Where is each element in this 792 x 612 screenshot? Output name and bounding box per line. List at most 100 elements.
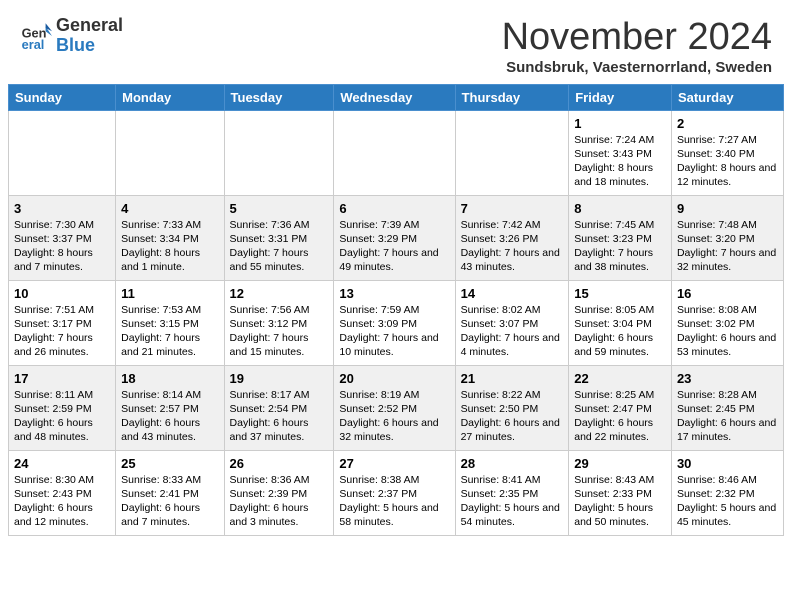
- day-cell: 20Sunrise: 8:19 AMSunset: 2:52 PMDayligh…: [334, 366, 455, 451]
- day-info: Sunset: 3:20 PM: [677, 232, 778, 246]
- day-cell: 4Sunrise: 7:33 AMSunset: 3:34 PMDaylight…: [116, 196, 224, 281]
- day-cell: 2Sunrise: 7:27 AMSunset: 3:40 PMDaylight…: [671, 111, 783, 196]
- day-info: Sunset: 3:29 PM: [339, 232, 449, 246]
- day-info: Sunset: 2:39 PM: [230, 487, 329, 501]
- day-info: Sunrise: 7:59 AM: [339, 303, 449, 317]
- day-number: 18: [121, 371, 135, 386]
- day-info: Sunrise: 8:02 AM: [461, 303, 564, 317]
- day-info: Daylight: 6 hours and 59 minutes.: [574, 331, 666, 359]
- day-info: Sunset: 3:34 PM: [121, 232, 218, 246]
- calendar-table: SundayMondayTuesdayWednesdayThursdayFrid…: [8, 84, 784, 536]
- day-number: 10: [14, 286, 28, 301]
- day-info: Daylight: 6 hours and 43 minutes.: [121, 416, 218, 444]
- day-cell: 30Sunrise: 8:46 AMSunset: 2:32 PMDayligh…: [671, 451, 783, 536]
- day-cell: [9, 111, 116, 196]
- day-info: Daylight: 7 hours and 32 minutes.: [677, 246, 778, 274]
- day-info: Sunset: 3:02 PM: [677, 317, 778, 331]
- day-cell: 11Sunrise: 7:53 AMSunset: 3:15 PMDayligh…: [116, 281, 224, 366]
- day-number: 7: [461, 201, 468, 216]
- day-cell: 1Sunrise: 7:24 AMSunset: 3:43 PMDaylight…: [569, 111, 672, 196]
- day-info: Daylight: 8 hours and 18 minutes.: [574, 161, 666, 189]
- day-info: Daylight: 7 hours and 43 minutes.: [461, 246, 564, 274]
- header-monday: Monday: [116, 85, 224, 111]
- day-cell: [334, 111, 455, 196]
- day-cell: 27Sunrise: 8:38 AMSunset: 2:37 PMDayligh…: [334, 451, 455, 536]
- day-info: Sunrise: 8:46 AM: [677, 473, 778, 487]
- day-info: Sunrise: 8:43 AM: [574, 473, 666, 487]
- header-friday: Friday: [569, 85, 672, 111]
- day-number: 3: [14, 201, 21, 216]
- logo-icon: Gen eral: [20, 20, 52, 52]
- day-cell: 23Sunrise: 8:28 AMSunset: 2:45 PMDayligh…: [671, 366, 783, 451]
- day-info: Sunset: 3:12 PM: [230, 317, 329, 331]
- day-info: Sunset: 3:15 PM: [121, 317, 218, 331]
- day-info: Daylight: 7 hours and 26 minutes.: [14, 331, 110, 359]
- day-info: Daylight: 6 hours and 37 minutes.: [230, 416, 329, 444]
- day-info: Sunset: 3:26 PM: [461, 232, 564, 246]
- day-info: Sunrise: 7:51 AM: [14, 303, 110, 317]
- day-number: 14: [461, 286, 475, 301]
- day-cell: 9 Sunrise: 7:48 AMSunset: 3:20 PMDaylight…: [671, 196, 783, 281]
- day-info: Sunrise: 7:45 AM: [574, 218, 666, 232]
- day-info: Sunset: 2:57 PM: [121, 402, 218, 416]
- day-cell: 5Sunrise: 7:36 AMSunset: 3:31 PMDaylight…: [224, 196, 334, 281]
- day-cell: 12Sunrise: 7:56 AMSunset: 3:12 PMDayligh…: [224, 281, 334, 366]
- subtitle: Sundsbruk, Vaesternorrland, Sweden: [502, 59, 772, 76]
- day-cell: [116, 111, 224, 196]
- day-number: 9: [677, 201, 684, 216]
- day-cell: 26Sunrise: 8:36 AMSunset: 2:39 PMDayligh…: [224, 451, 334, 536]
- day-info: Sunset: 3:17 PM: [14, 317, 110, 331]
- day-info: Sunset: 2:50 PM: [461, 402, 564, 416]
- day-number: 17: [14, 371, 28, 386]
- month-title: November 2024: [502, 16, 772, 59]
- day-info: Sunset: 2:43 PM: [14, 487, 110, 501]
- day-info: Sunrise: 8:08 AM: [677, 303, 778, 317]
- day-number: 21: [461, 371, 475, 386]
- day-number: 30: [677, 456, 691, 471]
- day-info: Daylight: 7 hours and 15 minutes.: [230, 331, 329, 359]
- day-number: 28: [461, 456, 475, 471]
- day-info: Sunrise: 7:48 AM: [677, 218, 778, 232]
- day-info: Sunrise: 7:30 AM: [14, 218, 110, 232]
- day-number: 24: [14, 456, 28, 471]
- day-info: Sunrise: 8:33 AM: [121, 473, 218, 487]
- day-info: Sunrise: 7:33 AM: [121, 218, 218, 232]
- day-cell: 8Sunrise: 7:45 AMSunset: 3:23 PMDaylight…: [569, 196, 672, 281]
- day-info: Sunrise: 8:30 AM: [14, 473, 110, 487]
- day-number: 29: [574, 456, 588, 471]
- day-number: 5: [230, 201, 237, 216]
- day-info: Daylight: 7 hours and 49 minutes.: [339, 246, 449, 274]
- day-number: 26: [230, 456, 244, 471]
- day-number: 1: [574, 116, 581, 131]
- week-row-5: 24Sunrise: 8:30 AMSunset: 2:43 PMDayligh…: [9, 451, 784, 536]
- day-info: Daylight: 7 hours and 4 minutes.: [461, 331, 564, 359]
- day-info: Sunrise: 8:41 AM: [461, 473, 564, 487]
- day-info: Sunrise: 7:36 AM: [230, 218, 329, 232]
- day-cell: [224, 111, 334, 196]
- day-info: Daylight: 6 hours and 22 minutes.: [574, 416, 666, 444]
- day-info: Sunset: 3:04 PM: [574, 317, 666, 331]
- day-number: 19: [230, 371, 244, 386]
- day-info: Daylight: 5 hours and 54 minutes.: [461, 501, 564, 529]
- day-cell: 17Sunrise: 8:11 AMSunset: 2:59 PMDayligh…: [9, 366, 116, 451]
- day-info: Sunset: 2:59 PM: [14, 402, 110, 416]
- day-info: Sunset: 3:09 PM: [339, 317, 449, 331]
- day-number: 27: [339, 456, 353, 471]
- day-number: 16: [677, 286, 691, 301]
- day-info: Sunrise: 8:14 AM: [121, 388, 218, 402]
- day-cell: 14 Sunrise: 8:02 AMSunset: 3:07 PMDayligh…: [455, 281, 569, 366]
- day-info: Sunset: 2:37 PM: [339, 487, 449, 501]
- day-number: 13: [339, 286, 353, 301]
- day-info: Sunrise: 7:24 AM: [574, 133, 666, 147]
- day-info: Daylight: 7 hours and 10 minutes.: [339, 331, 449, 359]
- day-info: Daylight: 6 hours and 7 minutes.: [121, 501, 218, 529]
- day-info: Sunset: 3:07 PM: [461, 317, 564, 331]
- day-info: Daylight: 6 hours and 12 minutes.: [14, 501, 110, 529]
- day-info: Daylight: 6 hours and 48 minutes.: [14, 416, 110, 444]
- calendar-header-row: SundayMondayTuesdayWednesdayThursdayFrid…: [9, 85, 784, 111]
- day-info: Sunset: 2:47 PM: [574, 402, 666, 416]
- day-cell: 13 Sunrise: 7:59 AMSunset: 3:09 PMDayligh…: [334, 281, 455, 366]
- day-info: Daylight: 7 hours and 38 minutes.: [574, 246, 666, 274]
- day-number: 15: [574, 286, 588, 301]
- day-info: Sunrise: 7:27 AM: [677, 133, 778, 147]
